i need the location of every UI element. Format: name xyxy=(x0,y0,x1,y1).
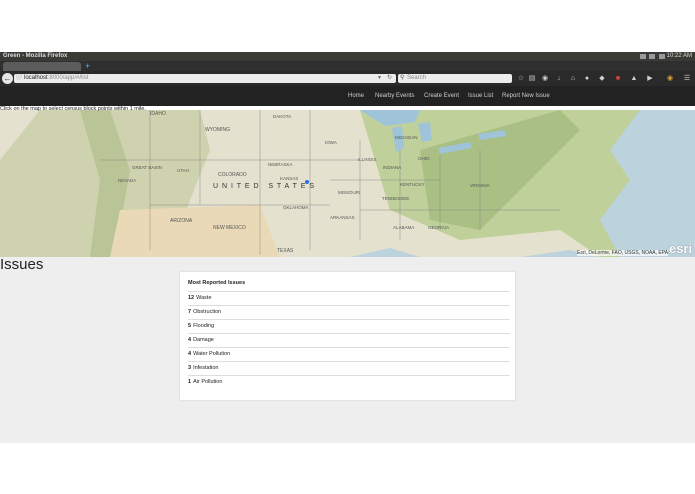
system-top-bar: Green - Mozilla Firefox 10:22 AM xyxy=(0,52,695,61)
map-label-idaho: IDAHO xyxy=(150,111,166,117)
issue-label: Air Pollution xyxy=(193,379,223,385)
keyboard-icon[interactable] xyxy=(649,54,655,59)
map-label-dakota: DAKOTA xyxy=(273,114,292,119)
map-label-kansas: KANSAS xyxy=(280,176,299,181)
esri-logo: esri xyxy=(669,241,693,256)
bookmark-star-icon[interactable]: ☆ xyxy=(517,74,525,83)
issue-label: Waste xyxy=(196,295,212,301)
map-label-tennessee: TENNESSEE xyxy=(382,196,410,201)
map-label-illinois: ILLINOIS xyxy=(358,157,377,162)
browser-toolbar: ← ⓘ localhost:8000/app/#/list ▼ ↻ ⚲ Sear… xyxy=(0,71,695,86)
back-button[interactable]: ← xyxy=(2,73,13,84)
map-attribution[interactable]: Esri, DeLorme, FAO, USGS, NOAA, EPA xyxy=(577,250,669,256)
search-placeholder: Search xyxy=(407,75,427,81)
map-label-iowa: IOWA xyxy=(325,140,337,145)
issue-label: Obstruction xyxy=(193,309,222,315)
download-icon[interactable]: ↓ xyxy=(555,74,563,83)
search-input[interactable]: ⚲ Search xyxy=(398,74,512,83)
issue-count: 4 xyxy=(188,351,192,357)
map-label-nebraska: NEBRASKA xyxy=(268,162,293,167)
menu-icon[interactable]: ☰ xyxy=(683,74,691,83)
map-label-missouri: MISSOURI xyxy=(338,190,361,195)
firefox-account-icon[interactable]: ◉ xyxy=(666,74,674,83)
home-icon[interactable]: ⌂ xyxy=(569,74,577,83)
map-label-arkansas: ARKANSAS xyxy=(330,215,355,220)
reload-icon[interactable]: ↻ xyxy=(387,74,392,83)
nav-home[interactable]: Home xyxy=(348,86,364,106)
map-label-texas: TEXAS xyxy=(277,248,294,254)
bluetooth-icon[interactable] xyxy=(659,54,665,59)
map-label-new-mexico: NEW MEXICO xyxy=(213,225,246,231)
map-label-michigan: MICHIGAN xyxy=(395,135,418,140)
most-reported-panel: Most Reported Issues 12 Waste 7 Obstructio… xyxy=(180,272,515,400)
map-label-kentucky: KENTUCKY xyxy=(400,182,425,187)
panel-title: Most Reported Issues xyxy=(188,280,246,286)
app-navbar: Home Nearby Events Create Event Issue Li… xyxy=(0,86,695,106)
map-canvas[interactable] xyxy=(0,110,695,257)
sync-icon[interactable]: ● xyxy=(583,74,591,83)
url-host: localhost xyxy=(24,75,48,81)
extension-icon[interactable]: ◆ xyxy=(598,74,606,83)
map-label-virginia: VIRGINIA xyxy=(470,183,490,188)
clock[interactable]: 10:22 AM xyxy=(667,52,692,61)
issue-count: 3 xyxy=(188,365,192,371)
map-label-wyoming: WYOMING xyxy=(205,127,230,133)
nav-issue-list[interactable]: Issue List xyxy=(468,86,493,106)
nav-create-event[interactable]: Create Event xyxy=(424,86,459,106)
issue-row[interactable]: 12 Waste xyxy=(188,291,510,306)
addon-icon-2[interactable]: ▶ xyxy=(646,74,654,83)
pocket-icon[interactable]: ◉ xyxy=(541,74,549,83)
map-label-oklahoma: OKLAHOMA xyxy=(283,205,309,210)
map-label-arizona: ARIZONA xyxy=(170,218,193,224)
issue-row[interactable]: 3 Infestation xyxy=(188,361,510,376)
issue-label: Flooding xyxy=(193,323,215,329)
info-icon[interactable]: ⓘ xyxy=(16,74,22,83)
url-path: :8000/app/#/list xyxy=(47,75,89,81)
issue-label: Water Pollution xyxy=(193,351,231,357)
adblock-icon[interactable]: ■ xyxy=(614,74,622,83)
issue-row[interactable]: 4 Damage xyxy=(188,333,510,348)
map-label-georgia: GEORGIA xyxy=(428,225,450,230)
page-title: Issues xyxy=(0,256,44,273)
url-bar[interactable]: ⓘ localhost:8000/app/#/list ▼ ↻ xyxy=(14,74,396,83)
map[interactable]: IDAHO WYOMING NEBRASKA COLORADO KANSAS G… xyxy=(0,110,695,257)
nav-report-new-issue[interactable]: Report New Issue xyxy=(502,86,550,106)
nav-nearby-events[interactable]: Nearby Events xyxy=(375,86,414,106)
issue-label: Damage xyxy=(193,337,214,343)
network-icon[interactable] xyxy=(640,54,646,59)
new-tab-button[interactable]: + xyxy=(85,61,90,71)
map-label-great-basin: GREAT BASIN xyxy=(132,165,162,170)
addon-icon[interactable]: ▲ xyxy=(630,74,638,83)
reading-list-icon[interactable]: ▤ xyxy=(528,74,536,83)
map-label-colorado: COLORADO xyxy=(218,172,247,178)
issue-count: 12 xyxy=(188,295,195,301)
url-dropdown-icon[interactable]: ▼ xyxy=(377,74,382,83)
issue-row[interactable]: 1 Air Pollution xyxy=(188,375,510,390)
map-label-nevada: NEVADA xyxy=(118,178,137,183)
map-hint: Click on the map to select census block … xyxy=(0,106,146,112)
issue-label: Infestation xyxy=(193,365,219,371)
map-label-utah: UTAH xyxy=(177,168,189,173)
issue-count: 5 xyxy=(188,323,192,329)
issue-row[interactable]: 7 Obstruction xyxy=(188,305,510,320)
map-country-label: U N I T E D S T A T E S xyxy=(213,183,316,190)
search-icon: ⚲ xyxy=(400,75,405,81)
map-label-indiana: INDIANA xyxy=(383,165,402,170)
window-title: Green - Mozilla Firefox xyxy=(3,53,68,59)
issue-count: 1 xyxy=(188,379,192,385)
map-label-alabama: ALABAMA xyxy=(393,225,415,230)
map-label-ohio: OHIO xyxy=(418,156,430,161)
issue-count: 7 xyxy=(188,309,192,315)
issue-row[interactable]: 5 Flooding xyxy=(188,319,510,334)
tab-strip: + xyxy=(0,61,695,71)
issue-row[interactable]: 4 Water Pollution xyxy=(188,347,510,362)
browser-tab[interactable] xyxy=(3,62,81,71)
issue-count: 4 xyxy=(188,337,192,343)
